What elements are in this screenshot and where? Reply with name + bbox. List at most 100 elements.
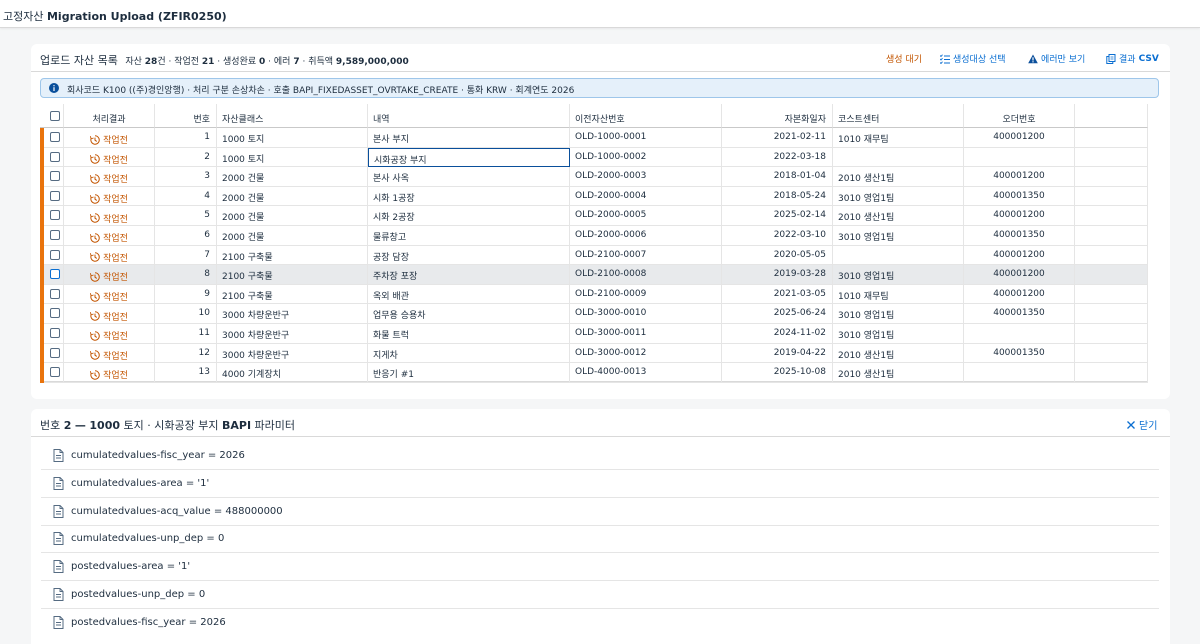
cell-desc[interactable]: 시화공장 부지 xyxy=(368,147,570,168)
table-row[interactable]: 작업전 2 1000 토지 시화공장 부지 OLD-1000-0002 2022-03-1… xyxy=(40,147,1148,168)
row-checkbox[interactable] xyxy=(50,347,60,358)
table-row[interactable]: 작업전 4 2000 건물 시화 1공장 OLD-2000-0004 2018-05-24… xyxy=(40,186,1148,207)
filler-cell xyxy=(1075,265,1148,285)
document-icon xyxy=(53,504,64,518)
cell-desc[interactable]: 시화 2공장 xyxy=(368,206,570,226)
cell-date: 2018-05-24 xyxy=(722,186,833,207)
cell-date: 2025-06-24 xyxy=(722,304,833,324)
filler-cell xyxy=(1075,206,1148,226)
cell-desc[interactable]: 옥외 배관 xyxy=(368,284,570,305)
param-text: postedvalues-fisc_year = 2026 xyxy=(71,616,226,628)
column-header-no[interactable]: 번호 xyxy=(155,104,217,128)
cell-no: 7 xyxy=(155,245,217,266)
shell-bar: 고정자산 Migration Upload (ZFIR0250) xyxy=(0,0,1200,28)
table-row[interactable]: 작업전 3 2000 건물 본사 사옥 OLD-2000-0003 2018-01-04 2… xyxy=(40,167,1148,188)
table-row[interactable]: 작업전 1 1000 토지 본사 부지 OLD-1000-0001 2021-02-11 1… xyxy=(40,128,1148,148)
cell-date: 2019-04-22 xyxy=(722,343,833,364)
row-checkbox[interactable] xyxy=(50,210,60,221)
row-checkbox[interactable] xyxy=(50,367,60,378)
cell-date: 2021-03-05 xyxy=(722,284,833,305)
cell-old: OLD-2000-0005 xyxy=(570,206,722,226)
cell-desc[interactable]: 지게차 xyxy=(368,343,570,364)
row-checkbox[interactable] xyxy=(50,151,60,162)
column-header-filler xyxy=(1075,104,1148,128)
errors-only-button[interactable]: 에러만 보기 xyxy=(1028,52,1085,65)
row-checkbox[interactable] xyxy=(50,288,60,299)
cell-desc[interactable]: 화물 트럭 xyxy=(368,324,570,344)
row-select-cell xyxy=(40,245,64,266)
cell-desc[interactable]: 시화 1공장 xyxy=(368,186,570,207)
pending-create-button[interactable]: 생성 대기 xyxy=(886,52,922,65)
cell-cc: 3010 영업1팀 xyxy=(833,324,964,344)
row-checkbox[interactable] xyxy=(50,269,60,280)
cell-class: 2100 구축물 xyxy=(217,245,368,266)
cell-desc[interactable]: 본사 사옥 xyxy=(368,167,570,187)
cell-desc[interactable]: 반응기 #1 xyxy=(368,363,570,383)
table-row[interactable]: 작업전 7 2100 구축물 공장 담장 OLD-2100-0007 2020-05-05… xyxy=(40,245,1148,266)
pending-clock-icon xyxy=(90,174,100,184)
pending-clock-icon xyxy=(90,154,100,165)
table-row[interactable]: 작업전 6 2000 건물 물류창고 OLD-2000-0006 2022-03-10 30… xyxy=(40,226,1148,246)
cell-cc: 3010 영업1팀 xyxy=(833,304,964,324)
row-checkbox[interactable] xyxy=(50,190,60,201)
table-row[interactable]: 작업전 8 2100 구축물 주차장 포장 OLD-2100-0008 2019-03-2… xyxy=(40,265,1148,286)
table-row[interactable]: 작업전 9 2100 구축물 옥외 배관 OLD-2100-0009 2021-03-05… xyxy=(40,284,1148,305)
cell-order: 400001200 xyxy=(964,265,1075,285)
app-title: 고정자산 Migration Upload (ZFIR0250) xyxy=(3,10,227,23)
bapi-params-card: 번호 2 — 1000 토지 · 시화공장 부지 BAPI 파라미터 닫기 cu… xyxy=(31,409,1170,644)
table-row[interactable]: 작업전 10 3000 차량운반구 업무용 승용차 OLD-3000-0010 2025-… xyxy=(40,304,1148,325)
pending-clock-icon xyxy=(90,291,100,302)
column-header-order[interactable]: 오더번호 xyxy=(964,104,1075,128)
status-cell: 작업전 xyxy=(64,284,155,305)
cell-date: 2019-03-28 xyxy=(722,265,833,285)
cell-no: 8 xyxy=(155,265,217,285)
cell-desc[interactable]: 물류창고 xyxy=(368,226,570,246)
export-csv-button[interactable]: 결과 CSV xyxy=(1106,52,1159,65)
cell-cc: 3010 영업1팀 xyxy=(833,265,964,285)
row-select-cell xyxy=(40,206,64,226)
column-header-cap-date[interactable]: 자본화일자 xyxy=(722,104,833,128)
cell-class: 2000 건물 xyxy=(217,206,368,226)
cell-desc[interactable]: 주차장 포장 xyxy=(368,265,570,285)
table-row[interactable]: 작업전 5 2000 건물 시화 2공장 OLD-2000-0005 2025-02-14… xyxy=(40,206,1148,227)
column-header-desc[interactable]: 내역 xyxy=(368,104,570,128)
row-checkbox[interactable] xyxy=(50,132,60,142)
table-row[interactable]: 작업전 13 4000 기계장치 반응기 #1 OLD-4000-0013 2025-10… xyxy=(40,363,1148,384)
column-header-class[interactable]: 자산클래스 xyxy=(217,104,368,128)
cell-cc: 3010 영업1팀 xyxy=(833,186,964,207)
row-checkbox[interactable] xyxy=(50,308,60,319)
row-checkbox[interactable] xyxy=(50,249,60,260)
cell-old: OLD-1000-0001 xyxy=(570,128,722,148)
cell-desc[interactable]: 본사 부지 xyxy=(368,128,570,148)
cell-order xyxy=(964,363,1075,383)
row-checkbox[interactable] xyxy=(50,230,60,240)
cell-class: 2000 건물 xyxy=(217,186,368,207)
cell-desc[interactable]: 공장 담장 xyxy=(368,245,570,266)
cell-no: 12 xyxy=(155,343,217,364)
table-row[interactable]: 작업전 11 3000 차량운반구 화물 트럭 OLD-3000-0011 2024-11… xyxy=(40,324,1148,344)
cell-cc: 1010 재무팀 xyxy=(833,284,964,305)
row-checkbox[interactable] xyxy=(50,328,60,338)
close-params-button[interactable]: 닫기 xyxy=(1127,417,1157,432)
cell-no: 4 xyxy=(155,186,217,207)
filler-cell xyxy=(1075,324,1148,344)
column-header-cost-center[interactable]: 코스트센터 xyxy=(833,104,964,128)
column-header-old-number[interactable]: 이전자산번호 xyxy=(570,104,722,128)
select-targets-button[interactable]: 생성대상 선택 xyxy=(940,52,1006,65)
column-header-status[interactable]: 처리결과 xyxy=(64,104,155,128)
status-text: 작업전 xyxy=(103,175,128,186)
table-scrollbar[interactable] xyxy=(1148,104,1159,382)
cell-old: OLD-2000-0006 xyxy=(570,226,722,246)
select-all-checkbox[interactable] xyxy=(50,111,60,121)
cell-no: 5 xyxy=(155,206,217,226)
cell-desc[interactable]: 업무용 승용차 xyxy=(368,304,570,324)
cell-date: 2020-05-05 xyxy=(722,245,833,266)
table-row[interactable]: 작업전 12 3000 차량운반구 지게차 OLD-3000-0012 2019-04-2… xyxy=(40,343,1148,364)
cell-cc: 2010 생산1팀 xyxy=(833,363,964,383)
filler-cell xyxy=(1075,245,1148,266)
row-checkbox[interactable] xyxy=(50,171,60,182)
param-row: cumulatedvalues-acq_value = 488000000 xyxy=(41,498,1159,526)
info-text: 회사코드 K100 ((주)경인앙행) · 처리 구분 손상차손 · 호출 BA… xyxy=(67,86,575,96)
cell-old: OLD-3000-0011 xyxy=(570,324,722,344)
row-select-cell xyxy=(40,363,64,383)
